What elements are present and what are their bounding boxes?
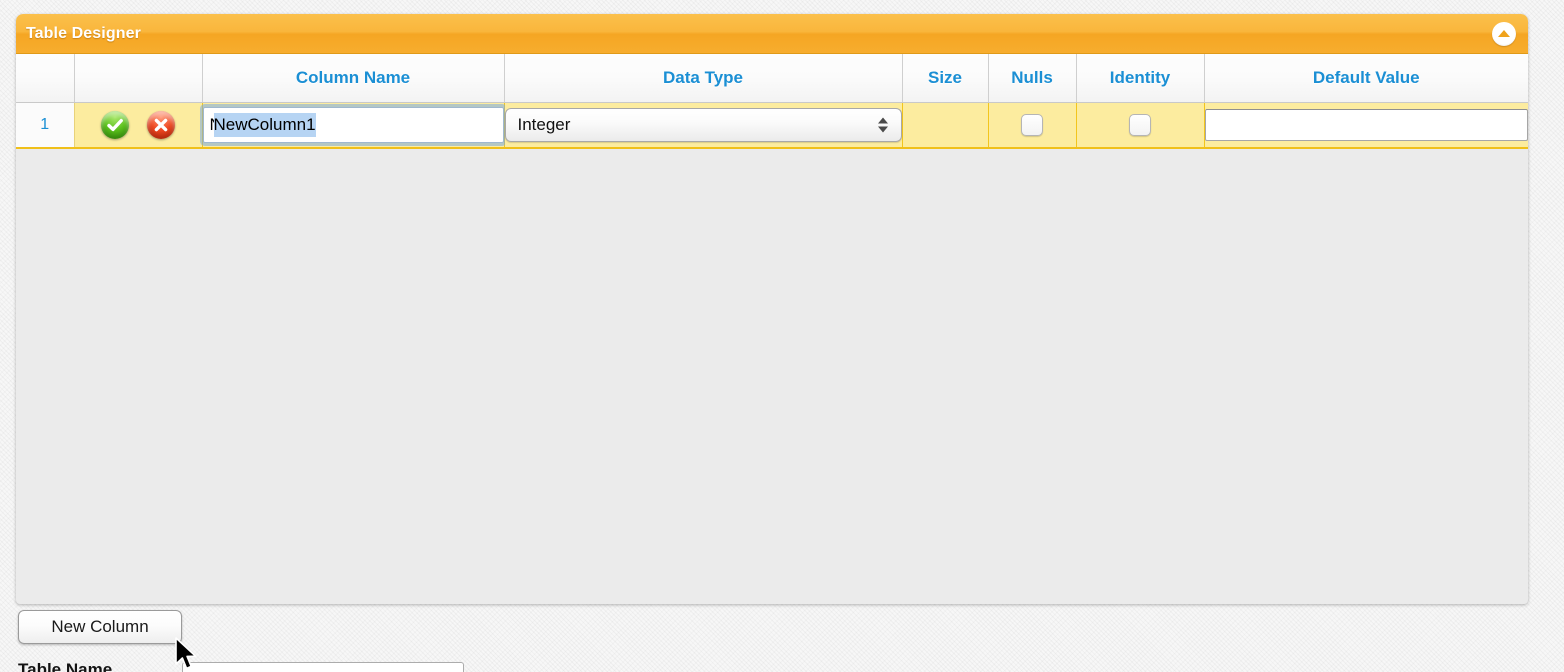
- panel-header: Table Designer: [16, 14, 1528, 54]
- header-data-type: Data Type: [504, 54, 903, 103]
- header-default-value: Default Value: [1204, 54, 1528, 103]
- check-circle-icon[interactable]: [100, 110, 129, 139]
- data-type-select[interactable]: Integer: [504, 107, 902, 142]
- row-actions-cell: [74, 102, 203, 149]
- grid-empty-area: [16, 149, 1528, 589]
- header-actions: [74, 54, 203, 103]
- header-rownum: [16, 54, 75, 103]
- columns-grid: Column Name Data Type Size Nulls Identit…: [16, 54, 1528, 149]
- chevron-up-circle-icon[interactable]: [1492, 21, 1516, 46]
- x-circle-icon[interactable]: [147, 110, 176, 139]
- header-size: Size: [902, 54, 989, 103]
- nulls-checkbox[interactable]: [1021, 113, 1043, 136]
- nulls-cell: [988, 102, 1077, 149]
- chevron-up-glyph: [1498, 30, 1510, 37]
- new-column-button[interactable]: New Column: [18, 610, 182, 644]
- table-name-input[interactable]: [182, 662, 464, 672]
- page-title: Table Designer: [26, 24, 141, 42]
- grid-header-row: Column Name Data Type Size Nulls Identit…: [16, 54, 1528, 103]
- table-designer-panel: Table Designer Column Name Data Type Siz…: [16, 14, 1528, 604]
- table-row: 1 NewColumn1 NewColumn1 Integer: [16, 102, 1528, 149]
- data-type-cell: Integer: [504, 102, 903, 149]
- header-column-name: Column Name: [202, 54, 505, 103]
- row-number: 1: [16, 102, 75, 149]
- default-value-cell: [1204, 102, 1528, 149]
- size-cell[interactable]: [902, 102, 989, 149]
- identity-cell: [1076, 102, 1205, 149]
- table-name-label: Table Name: [18, 660, 113, 672]
- identity-checkbox[interactable]: [1129, 113, 1151, 136]
- column-name-input[interactable]: [202, 106, 504, 143]
- header-nulls: Nulls: [988, 54, 1077, 103]
- header-identity: Identity: [1076, 54, 1205, 103]
- default-value-input[interactable]: [1204, 108, 1528, 141]
- column-name-cell: NewColumn1: [202, 102, 505, 149]
